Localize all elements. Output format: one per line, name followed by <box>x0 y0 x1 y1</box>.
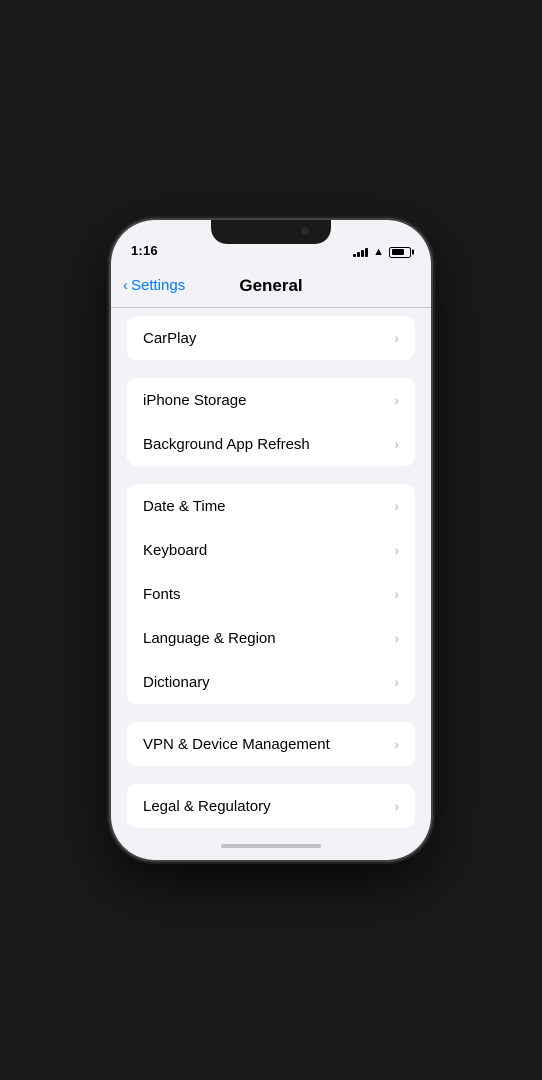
status-time: 1:16 <box>131 243 158 258</box>
back-button[interactable]: ‹ Settings <box>123 277 185 294</box>
battery-icon <box>389 247 411 258</box>
signal-bar-2 <box>357 252 360 257</box>
carplay-chevron-icon: › <box>394 330 399 346</box>
wifi-icon: ▲ <box>373 246 384 258</box>
legal-group: Legal & Regulatory › <box>127 784 415 828</box>
language-region-label: Language & Region <box>143 630 276 647</box>
vpn-group: VPN & Device Management › <box>127 722 415 766</box>
back-chevron-icon: ‹ <box>123 277 128 294</box>
locale-group: Date & Time › Keyboard › Fonts › Languag… <box>127 484 415 704</box>
signal-icon <box>353 247 368 257</box>
language-region-chevron-icon: › <box>394 630 399 646</box>
carplay-group: CarPlay › <box>127 316 415 360</box>
gap-4 <box>111 766 431 784</box>
carplay-label: CarPlay <box>143 330 196 347</box>
signal-bar-3 <box>361 250 364 257</box>
vpn-chevron-icon: › <box>394 736 399 752</box>
home-bar <box>111 832 431 860</box>
keyboard-item[interactable]: Keyboard › <box>127 528 415 572</box>
notch <box>211 220 331 244</box>
page-title: General <box>239 276 302 296</box>
nav-bar: ‹ Settings General <box>111 264 431 308</box>
dictionary-label: Dictionary <box>143 674 210 691</box>
keyboard-label: Keyboard <box>143 542 207 559</box>
gap-3 <box>111 704 431 722</box>
back-label: Settings <box>131 277 185 294</box>
storage-group: iPhone Storage › Background App Refresh … <box>127 378 415 466</box>
date-time-chevron-icon: › <box>394 498 399 514</box>
carplay-item[interactable]: CarPlay › <box>127 316 415 360</box>
gap-2 <box>111 466 431 484</box>
background-refresh-label: Background App Refresh <box>143 436 310 453</box>
vpn-item[interactable]: VPN & Device Management › <box>127 722 415 766</box>
legal-chevron-icon: › <box>394 798 399 814</box>
iphone-storage-chevron-icon: › <box>394 392 399 408</box>
settings-content[interactable]: CarPlay › iPhone Storage › Background Ap… <box>111 308 431 832</box>
legal-item[interactable]: Legal & Regulatory › <box>127 784 415 828</box>
date-time-item[interactable]: Date & Time › <box>127 484 415 528</box>
iphone-storage-label: iPhone Storage <box>143 392 246 409</box>
status-bar: 1:16 ▲ <box>111 220 431 264</box>
date-time-label: Date & Time <box>143 498 226 515</box>
vpn-label: VPN & Device Management <box>143 736 330 753</box>
keyboard-chevron-icon: › <box>394 542 399 558</box>
dictionary-item[interactable]: Dictionary › <box>127 660 415 704</box>
background-refresh-chevron-icon: › <box>394 436 399 452</box>
home-indicator <box>221 844 321 848</box>
signal-bar-1 <box>353 254 356 257</box>
legal-label: Legal & Regulatory <box>143 798 271 815</box>
status-icons: ▲ <box>353 246 411 258</box>
phone-device: 1:16 ▲ ‹ Settings General <box>111 220 431 860</box>
battery-fill <box>392 249 405 255</box>
background-refresh-item[interactable]: Background App Refresh › <box>127 422 415 466</box>
signal-bar-4 <box>365 248 368 257</box>
notch-camera <box>301 227 309 235</box>
phone-screen: 1:16 ▲ ‹ Settings General <box>111 220 431 860</box>
iphone-storage-item[interactable]: iPhone Storage › <box>127 378 415 422</box>
language-region-item[interactable]: Language & Region › <box>127 616 415 660</box>
fonts-label: Fonts <box>143 586 181 603</box>
fonts-chevron-icon: › <box>394 586 399 602</box>
gap-1 <box>111 360 431 378</box>
dictionary-chevron-icon: › <box>394 674 399 690</box>
fonts-item[interactable]: Fonts › <box>127 572 415 616</box>
